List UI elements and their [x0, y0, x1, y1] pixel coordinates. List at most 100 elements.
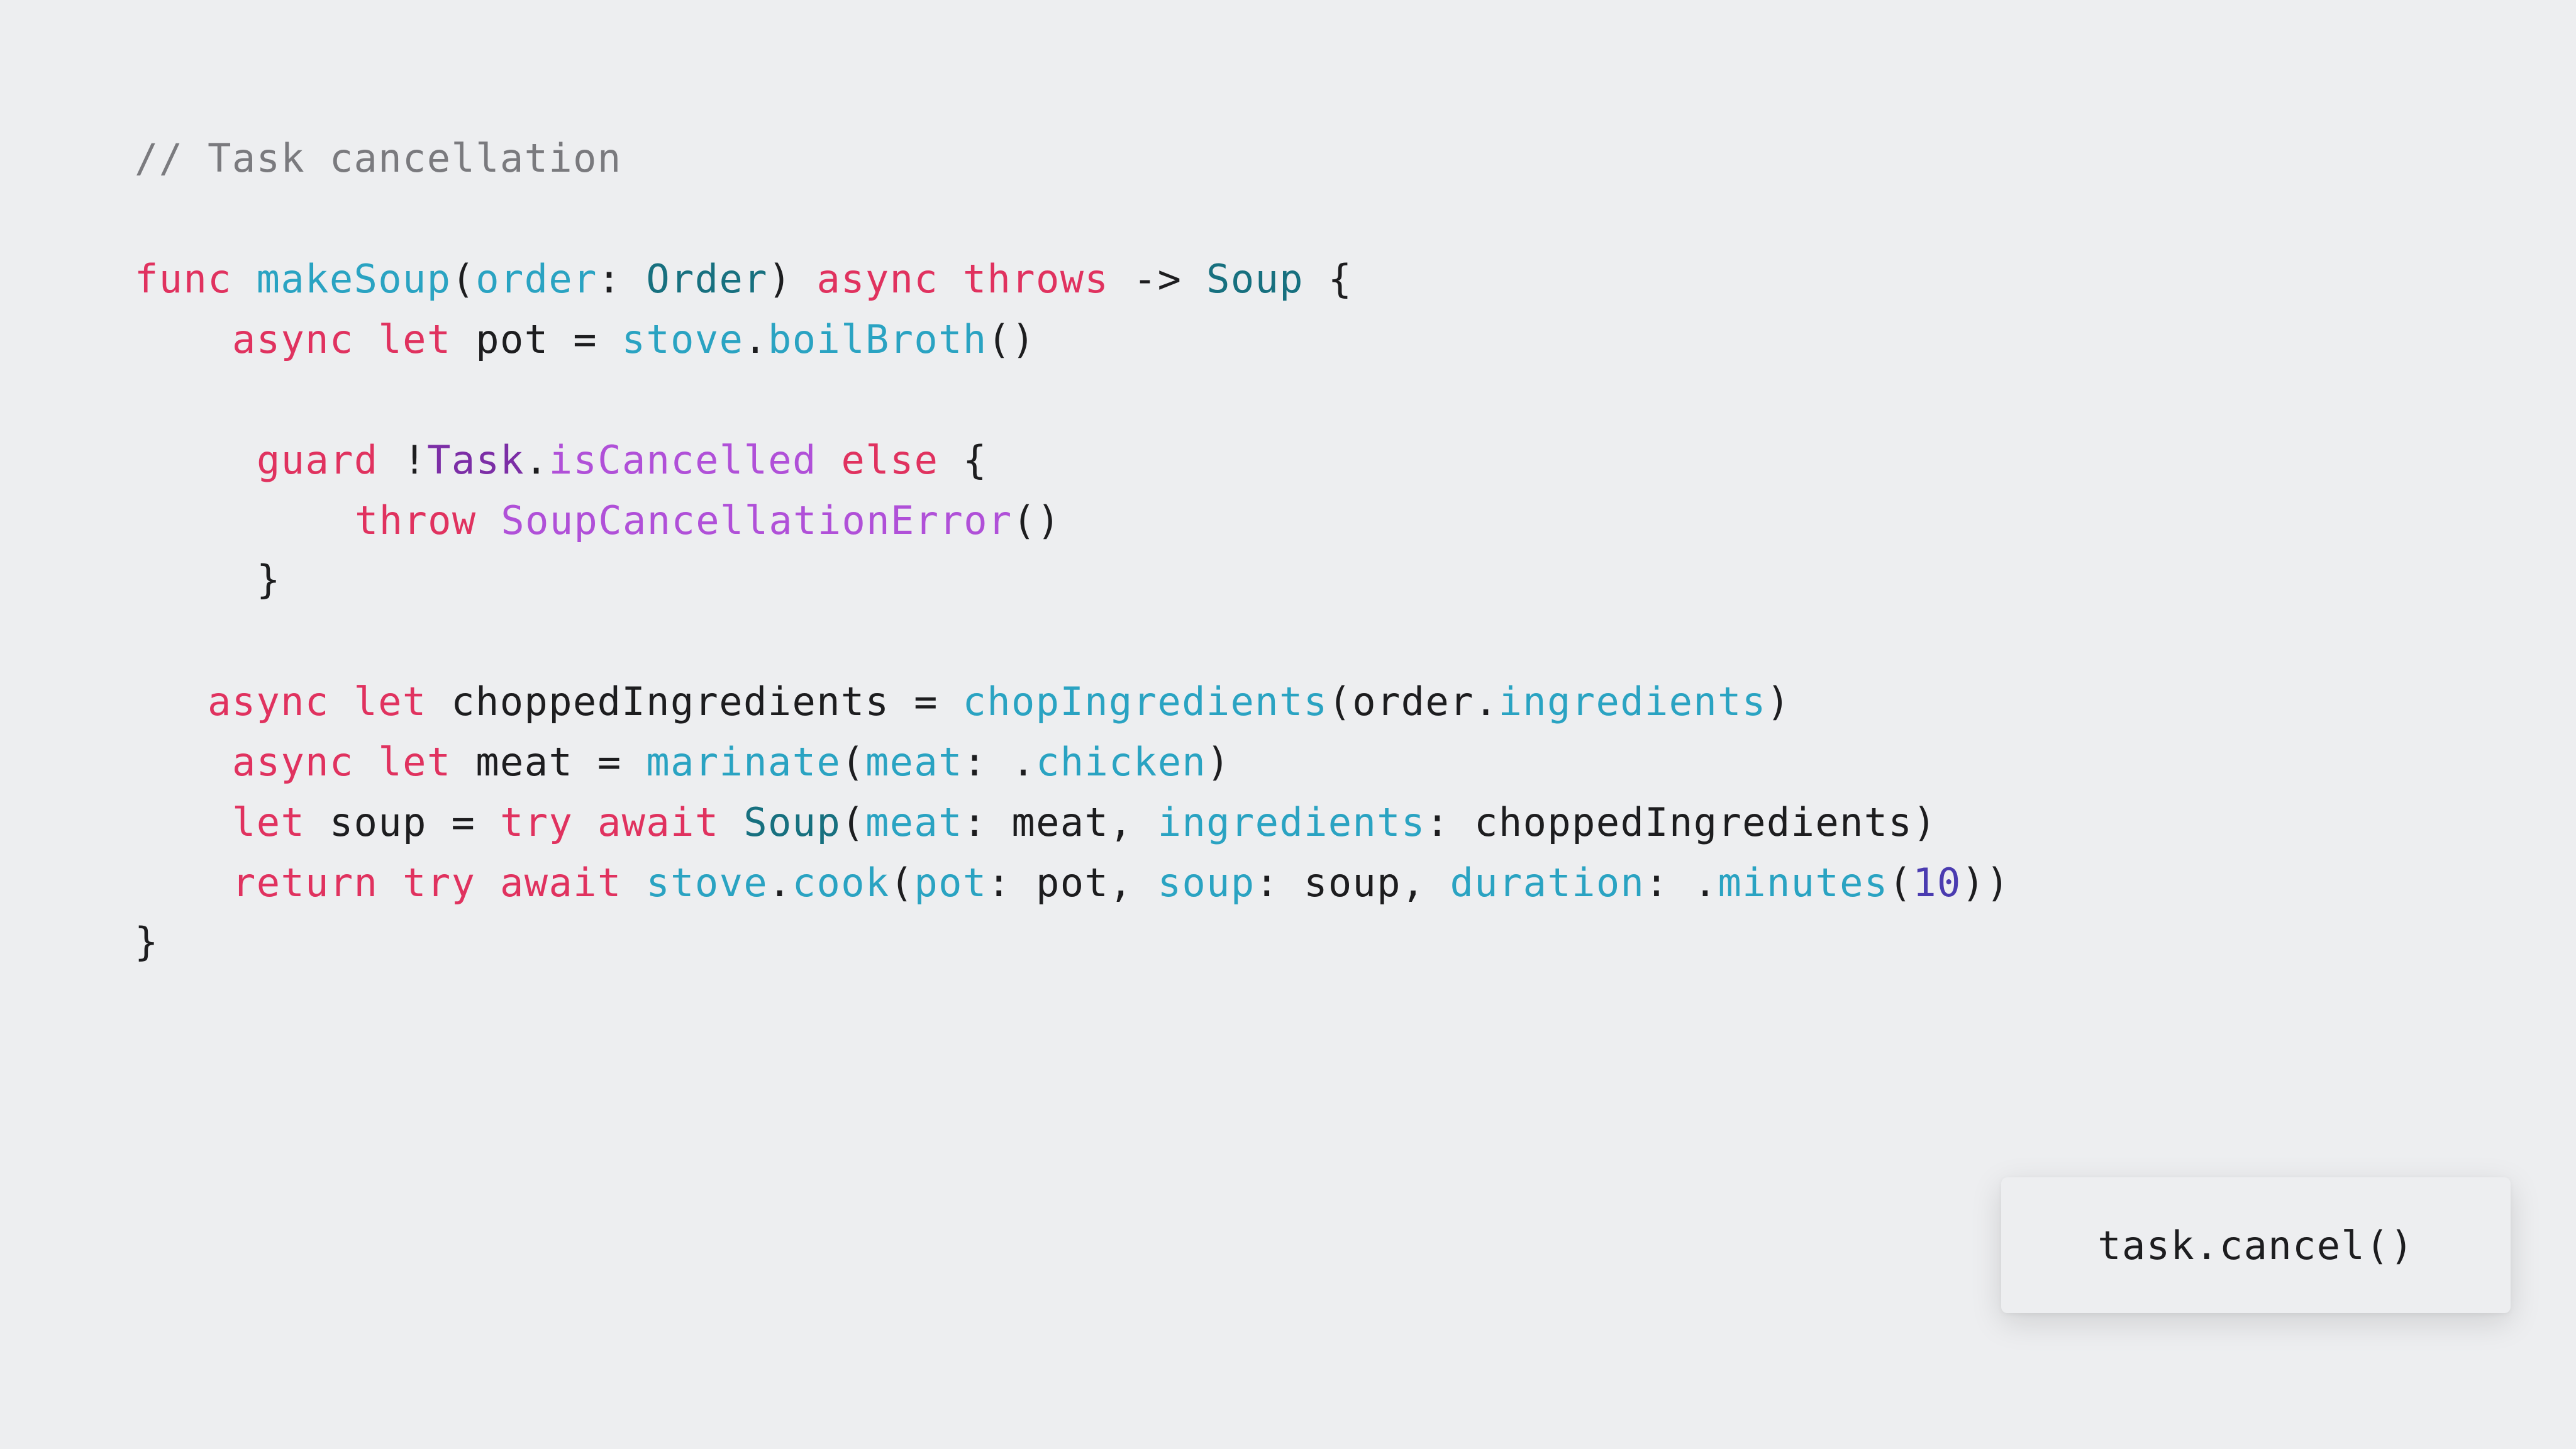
code-token-plain: (): [1012, 497, 1062, 543]
code-token-plain: .: [768, 860, 792, 906]
code-token-plain: ): [1766, 679, 1791, 724]
code-token-number: 10: [1913, 860, 1962, 906]
code-token-plain: }: [135, 919, 159, 965]
code-line-return: return try await stove.cook(pot: pot, so…: [232, 858, 2010, 908]
code-token-type: Soup: [1206, 256, 1304, 302]
code-token-plain: pot =: [451, 316, 622, 362]
code-line-async-let-chopped: async let choppedIngredients = chopIngre…: [208, 677, 1790, 727]
code-token-param: pot: [914, 860, 987, 906]
code-token-keyword: func: [135, 256, 232, 302]
code-token-plain: : .: [962, 739, 1036, 785]
code-token-plain: ->: [1109, 256, 1207, 302]
code-token-fn: chopIngredients: [962, 679, 1328, 724]
code-token-plain: (): [987, 316, 1036, 362]
code-token-fn: cook: [792, 860, 890, 906]
code-token-plain: {: [1304, 256, 1353, 302]
code-token-plain: choppedIngredients =: [426, 679, 963, 724]
code-token-plain: (order.: [1328, 679, 1499, 724]
code-token-fn: minutes: [1718, 860, 1889, 906]
code-token-keyword: async: [232, 316, 354, 362]
code-token-keyword: let: [378, 739, 452, 785]
code-token-fn: boilBroth: [768, 316, 987, 362]
code-line-async-let-pot: async let pot = stove.boilBroth(): [232, 314, 1036, 365]
code-token-keyword: else: [841, 437, 939, 483]
code-token-plain: ): [767, 256, 817, 302]
code-token-fn: stove: [621, 316, 744, 362]
code-token-purple: SoupCancellationError: [501, 497, 1013, 543]
code-token-plain: .: [743, 316, 769, 362]
code-token-plain: (: [841, 799, 865, 845]
code-token-type: Soup: [743, 799, 841, 845]
code-token-fn: ingredients: [1498, 679, 1767, 724]
code-line-func-signature: func makeSoup(order: Order) async throws…: [135, 254, 1353, 304]
code-token-keyword: try: [500, 799, 574, 845]
code-token-keyword: async: [208, 679, 330, 724]
code-token-plain: }: [257, 557, 281, 602]
code-token-plain: (: [1888, 860, 1913, 906]
code-token-keyword: throws: [962, 256, 1109, 302]
code-line-guard-close: }: [257, 555, 281, 605]
code-token-plain: : pot,: [987, 860, 1158, 906]
code-token-keyword: await: [597, 799, 719, 845]
code-token-keyword: async: [816, 256, 939, 302]
code-token-keyword: guard: [257, 437, 379, 483]
code-token-plain: : soup,: [1255, 860, 1450, 906]
code-token-plain: : .: [1645, 860, 1718, 906]
code-token-keyword: return: [232, 860, 379, 906]
code-token-fn: stove: [646, 860, 769, 906]
code-token-type: Order: [646, 256, 768, 302]
code-token-plain: {: [938, 437, 987, 483]
code-token-plain: (: [841, 739, 865, 785]
code-token-keyword: let: [378, 316, 452, 362]
code-token-keyword: let: [353, 679, 427, 724]
code-token-plain: : choppedIngredients): [1425, 799, 1937, 845]
task-cancel-label: task.cancel(): [2097, 1222, 2414, 1269]
code-token-fn: chicken: [1036, 739, 1207, 785]
code-token-param: ingredients: [1157, 799, 1426, 845]
code-line-async-let-meat: async let meat = marinate(meat: .chicken…: [232, 737, 1231, 787]
code-token-keyword: throw: [355, 497, 477, 543]
code-token-plain: soup =: [305, 799, 501, 845]
code-line-let-soup: let soup = try await Soup(meat: meat, in…: [232, 797, 1937, 848]
code-token-keyword: try: [402, 860, 476, 906]
code-token-plain: (: [451, 256, 476, 302]
code-token-keyword: await: [500, 860, 622, 906]
code-token-plain: meat =: [451, 739, 647, 785]
code-token-param: meat: [865, 799, 963, 845]
slide-canvas: // Task cancellation func makeSoup(order…: [0, 0, 2576, 1449]
code-token-param: soup: [1157, 860, 1255, 906]
code-token-task: Task: [427, 437, 525, 483]
code-token-plain: )): [1961, 860, 2011, 906]
code-token-fn: makeSoup: [256, 256, 452, 302]
code-token-fn: marinate: [646, 739, 841, 785]
code-comment: // Task cancellation: [135, 135, 622, 181]
code-token-plain: .: [525, 437, 549, 483]
code-token-plain: (: [889, 860, 914, 906]
task-cancel-button[interactable]: task.cancel(): [2001, 1177, 2511, 1313]
code-line-throw: throw SoupCancellationError(): [355, 496, 1061, 546]
code-line-guard: guard !Task.isCancelled else {: [257, 435, 987, 486]
code-token-plain: :: [597, 256, 647, 302]
code-token-plain: : meat,: [962, 799, 1158, 845]
code-token-param: order: [475, 256, 597, 302]
code-token-keyword: async: [232, 739, 354, 785]
code-token-plain: ): [1206, 739, 1231, 785]
code-token-keyword: let: [232, 799, 306, 845]
code-token-param: duration: [1450, 860, 1645, 906]
code-token-plain: !: [378, 437, 428, 483]
code-token-param: meat: [865, 739, 963, 785]
code-token-purple: isCancelled: [548, 437, 817, 483]
code-line-func-close: }: [135, 917, 159, 967]
